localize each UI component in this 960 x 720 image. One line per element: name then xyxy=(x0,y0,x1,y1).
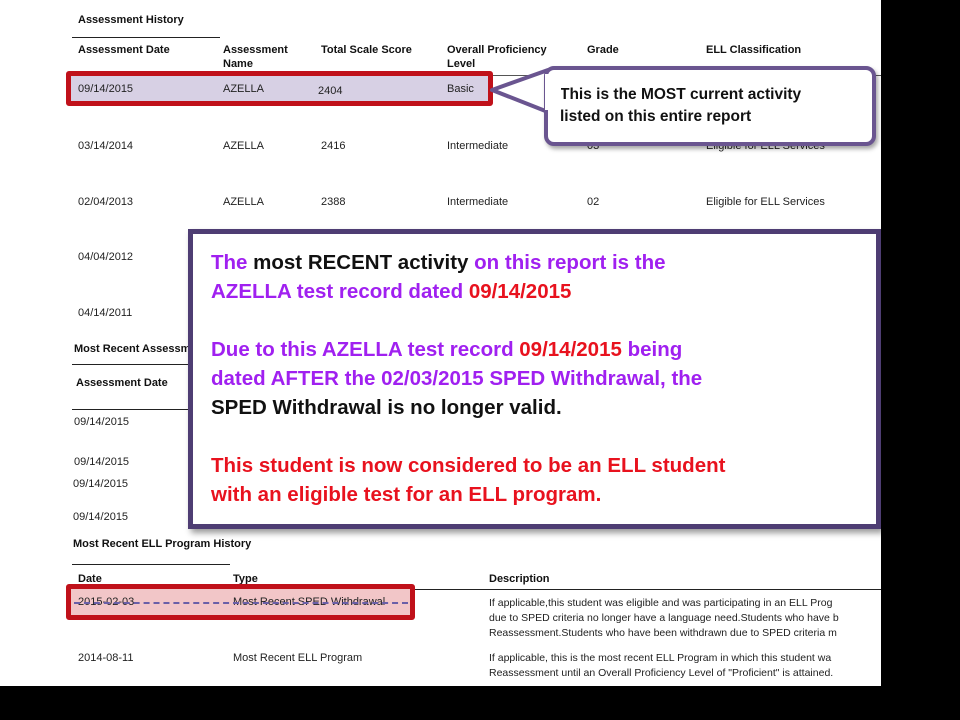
header-assessment-date: Assessment Date xyxy=(78,44,170,56)
recent-header-rule xyxy=(72,409,190,410)
red-highlight-box-withdrawal xyxy=(66,584,415,620)
row3-date: 02/04/2013 xyxy=(78,196,134,208)
header-ell-classification: ELL Classification xyxy=(706,44,802,56)
row5-date: 04/14/2011 xyxy=(78,307,133,319)
callout-arrow xyxy=(490,68,550,114)
row3-name: AZELLA xyxy=(223,196,264,208)
ell-header-description: Description xyxy=(489,573,550,585)
callout-arrow-cover xyxy=(545,74,561,110)
explanation-line-7: with an eligible test for an ELL program… xyxy=(211,483,602,506)
row2-score: 2416 xyxy=(321,140,346,152)
header-grade: Grade xyxy=(587,44,619,56)
explanation-callout: The most RECENT activity on this report … xyxy=(188,229,881,529)
row2-name: AZELLA xyxy=(223,140,264,152)
row3-score: 2388 xyxy=(321,196,346,208)
assessment-history-title: Assessment History xyxy=(78,14,184,26)
explanation-line-4: dated AFTER the 02/03/2015 SPED Withdraw… xyxy=(211,367,703,390)
recent-header-assessment-date: Assessment Date xyxy=(76,377,168,389)
callout-small-line1: This is the MOST current activity xyxy=(560,86,802,103)
red-highlight-box-azella xyxy=(66,71,493,106)
recent-date-1: 09/14/2015 xyxy=(74,416,130,428)
ell-row2-type: Most Recent ELL Program xyxy=(233,652,363,664)
recent-date-3: 09/14/2015 xyxy=(73,478,129,490)
explanation-line-2: AZELLA test record dated 09/14/2015 xyxy=(211,280,572,303)
most-recent-assessment-title: Most Recent Assessm xyxy=(74,343,191,355)
ell-row1-desc-3: Reassessment.Students who have been with… xyxy=(489,627,837,639)
title-underline xyxy=(72,37,220,38)
explanation-line-1: The most RECENT activity on this report … xyxy=(211,251,666,274)
recent-date-4: 09/14/2015 xyxy=(73,511,129,523)
ell-row1-desc-1: If applicable,this student was eligible … xyxy=(489,597,833,609)
row3-grade: 02 xyxy=(587,196,600,208)
row3-level: Intermediate xyxy=(447,196,509,208)
explanation-line-6: This student is now considered to be an … xyxy=(211,454,726,477)
row2-level: Intermediate xyxy=(447,140,509,152)
ell-row2-desc-2: Reassessment until an Overall Proficienc… xyxy=(489,667,834,679)
ell-row1-desc-2: due to SPED criteria no longer have a la… xyxy=(489,612,839,624)
explanation-line-3: Due to this AZELLA test record 09/14/201… xyxy=(211,338,683,361)
ell-row2-desc-1: If applicable, this is the most recent E… xyxy=(489,652,832,664)
header-total-scale-score: Total Scale Score xyxy=(321,44,412,56)
row4-date: 04/04/2012 xyxy=(78,251,134,263)
explanation-line-5: SPED Withdrawal is no longer valid. xyxy=(211,396,562,419)
ell-title-rule xyxy=(72,564,230,565)
callout-most-current: This is the MOST current activity listed… xyxy=(544,66,876,146)
section-rule xyxy=(72,364,190,365)
recent-date-2: 09/14/2015 xyxy=(74,456,130,468)
ell-program-history-title: Most Recent ELL Program History xyxy=(73,538,252,550)
header-assessment-name: Assessment Name xyxy=(223,44,288,70)
ell-row2-date: 2014-08-11 xyxy=(78,652,134,664)
row3-classification: Eligible for ELL Services xyxy=(706,196,825,208)
row2-date: 03/14/2014 xyxy=(78,140,134,152)
callout-small-line2: listed on this entire report xyxy=(560,108,752,125)
report-page: Assessment History Assessment Date Asses… xyxy=(0,0,881,686)
